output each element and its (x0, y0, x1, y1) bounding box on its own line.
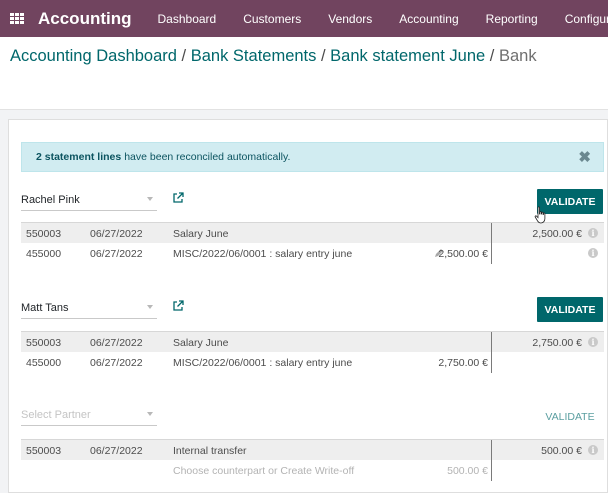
external-link-icon[interactable] (172, 300, 184, 312)
statement-line[interactable]: 550003 06/27/2022 Internal transfer 500.… (21, 439, 604, 460)
choose-counterpart-link[interactable]: Choose counterpart or Create Write-off (173, 465, 354, 477)
hand-cursor-icon (534, 206, 546, 224)
alert-text: have been reconciled automatically. (124, 151, 291, 163)
line-account: 550003 (26, 228, 62, 240)
statement-line[interactable]: 550003 06/27/2022 Salary June 2,750.00 €… (21, 331, 604, 352)
breadcrumb-separator: / (181, 47, 187, 65)
breadcrumb: Accounting Dashboard / Bank Statements /… (10, 47, 537, 66)
line-label: Salary June (173, 337, 229, 349)
menu-dashboard[interactable]: Dashboard (158, 12, 217, 26)
validate-button[interactable]: VALIDATE (537, 297, 603, 322)
top-navbar: Accounting Dashboard Customers Vendors A… (0, 0, 608, 37)
line-date: 06/27/2022 (90, 445, 143, 457)
counterpart-line[interactable]: Choose counterpart or Create Write-off 5… (21, 460, 604, 481)
line-label: Internal transfer (173, 445, 247, 457)
menu-reporting[interactable]: Reporting (486, 12, 538, 26)
partner-field[interactable]: Select Partner (21, 406, 161, 426)
breadcrumb-bank-statement-june[interactable]: Bank statement June (330, 47, 485, 65)
chevron-down-icon[interactable] (147, 305, 153, 309)
line-date: 06/27/2022 (90, 228, 143, 240)
info-icon[interactable]: i (588, 248, 598, 258)
reconciliation-sheet: 2 statement lines have been reconciled a… (8, 119, 608, 493)
line-account: 455000 (26, 357, 62, 369)
line-account: 455000 (26, 248, 62, 260)
line-right-amount: 500.00 € (541, 445, 582, 457)
line-right-amount: 2,750.00 € (532, 337, 582, 349)
partner-field[interactable]: Matt Tans (21, 299, 184, 319)
menu-configuration[interactable]: Configuration (565, 12, 608, 26)
line-label: MISC/2022/06/0001 : salary entry june (173, 248, 353, 260)
info-icon[interactable]: i (588, 445, 598, 455)
breadcrumb-separator: / (320, 47, 326, 65)
external-link-icon[interactable] (172, 192, 184, 204)
line-amount[interactable]: 2,500.00 € (438, 248, 488, 260)
breadcrumb-bank-statements[interactable]: Bank Statements (191, 47, 317, 65)
validate-button-disabled[interactable]: VALIDATE (537, 404, 603, 429)
apps-grid-icon[interactable] (10, 12, 24, 25)
counterpart-line[interactable]: 455000 06/27/2022 MISC/2022/06/0001 : sa… (21, 243, 604, 264)
line-amount[interactable]: 2,750.00 € (438, 357, 488, 369)
statement-lines: 550003 06/27/2022 Salary June 2,750.00 €… (21, 331, 604, 373)
line-amount[interactable]: 500.00 € (447, 465, 488, 477)
line-label: Salary June (173, 228, 229, 240)
control-panel: Accounting Dashboard / Bank Statements /… (0, 37, 608, 110)
statement-lines: 550003 06/27/2022 Salary June 2,500.00 €… (21, 222, 604, 264)
line-right-amount: 2,500.00 € (532, 228, 582, 240)
line-label: MISC/2022/06/0001 : salary entry june (173, 357, 353, 369)
breadcrumb-current: Bank (498, 47, 537, 65)
menu-accounting[interactable]: Accounting (399, 12, 458, 26)
statement-lines: 550003 06/27/2022 Internal transfer 500.… (21, 439, 604, 481)
reconciled-alert: 2 statement lines have been reconciled a… (21, 142, 604, 172)
close-icon[interactable]: ✖ (578, 148, 591, 166)
line-account: 550003 (26, 337, 62, 349)
alert-count: 2 statement lines (36, 151, 122, 163)
menu-customers[interactable]: Customers (243, 12, 301, 26)
statement-line[interactable]: 550003 06/27/2022 Salary June 2,500.00 €… (21, 222, 604, 243)
counterpart-line[interactable]: 455000 06/27/2022 MISC/2022/06/0001 : sa… (21, 352, 604, 373)
line-date: 06/27/2022 (90, 357, 143, 369)
line-date: 06/27/2022 (90, 248, 143, 260)
partner-field[interactable]: Rachel Pink (21, 191, 184, 211)
chevron-down-icon[interactable] (147, 197, 153, 201)
info-icon[interactable]: i (588, 337, 598, 347)
partner-name: Rachel Pink (21, 194, 80, 206)
app-brand[interactable]: Accounting (38, 9, 132, 29)
line-date: 06/27/2022 (90, 337, 143, 349)
breadcrumb-separator: / (489, 47, 495, 65)
breadcrumb-accounting-dashboard[interactable]: Accounting Dashboard (10, 47, 177, 65)
chevron-down-icon[interactable] (147, 412, 153, 416)
info-icon[interactable]: i (588, 228, 598, 238)
menu-vendors[interactable]: Vendors (328, 12, 372, 26)
line-account: 550003 (26, 445, 62, 457)
partner-name: Matt Tans (21, 302, 69, 314)
partner-placeholder: Select Partner (21, 409, 91, 421)
